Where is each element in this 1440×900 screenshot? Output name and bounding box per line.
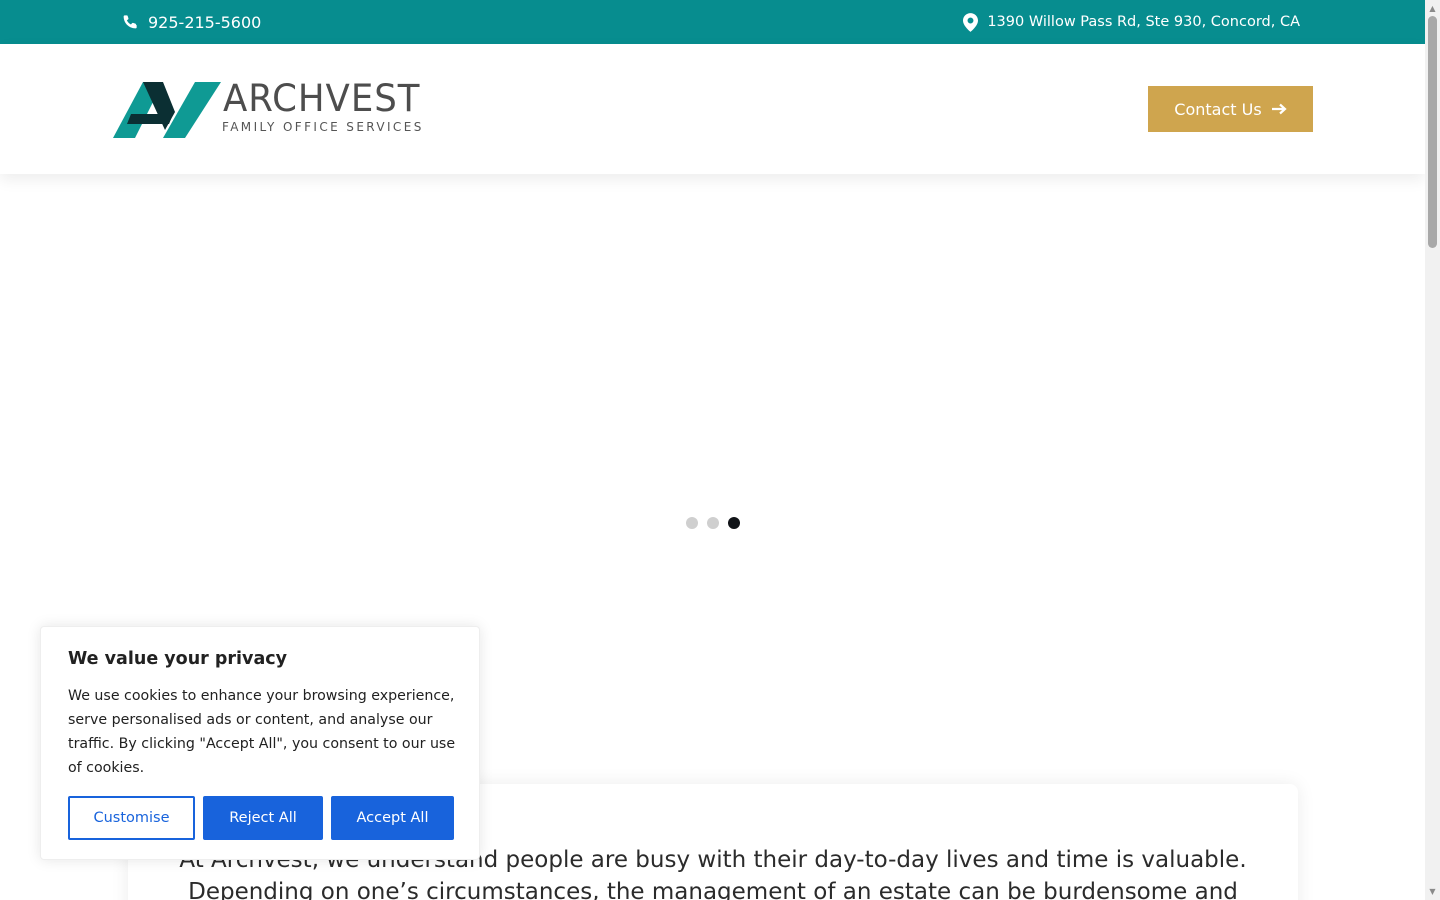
- address-link[interactable]: 1390 Willow Pass Rd, Ste 930, Concord, C…: [963, 0, 1300, 44]
- slider-pagination: [686, 517, 740, 529]
- page: 925-215-5600 1390 Willow Pass Rd, Ste 93…: [0, 0, 1440, 900]
- top-info-bar: 925-215-5600 1390 Willow Pass Rd, Ste 93…: [0, 0, 1425, 44]
- phone-icon: [122, 14, 138, 30]
- slider-dot-2[interactable]: [707, 517, 719, 529]
- scrollbar-thumb[interactable]: [1428, 16, 1437, 248]
- customise-button[interactable]: Customise: [68, 796, 195, 840]
- map-marker-icon: [963, 12, 979, 32]
- logo-mark-icon: [113, 82, 221, 138]
- scroll-down-icon[interactable]: ▼: [1428, 886, 1437, 896]
- contact-us-button[interactable]: Contact Us: [1148, 86, 1313, 132]
- contact-us-label: Contact Us: [1174, 99, 1262, 119]
- arrow-right-icon: [1271, 100, 1287, 119]
- cookie-message: We use cookies to enhance your browsing …: [68, 688, 456, 776]
- accept-all-button[interactable]: Accept All: [331, 796, 454, 840]
- reject-all-button[interactable]: Reject All: [203, 796, 323, 840]
- site-header: ARCHVEST FAMILY OFFICE SERVICES Contact …: [0, 44, 1425, 174]
- cookie-title: We value your privacy: [68, 649, 288, 669]
- slider-dot-3[interactable]: [728, 517, 740, 529]
- phone-link[interactable]: 925-215-5600: [122, 0, 261, 44]
- scroll-up-icon[interactable]: ▲: [1428, 3, 1437, 13]
- slider-dot-1[interactable]: [686, 517, 698, 529]
- cookie-consent-banner: We value your privacy We use cookies to …: [40, 626, 480, 860]
- phone-number: 925-215-5600: [148, 12, 262, 32]
- page-scrollbar[interactable]: ▲ ▼: [1425, 0, 1440, 900]
- logo-wordmark: ARCHVEST: [223, 77, 421, 120]
- address-text: 1390 Willow Pass Rd, Ste 930, Concord, C…: [987, 14, 1300, 30]
- site-logo[interactable]: ARCHVEST FAMILY OFFICE SERVICES: [113, 78, 433, 140]
- logo-tagline: FAMILY OFFICE SERVICES: [222, 120, 424, 134]
